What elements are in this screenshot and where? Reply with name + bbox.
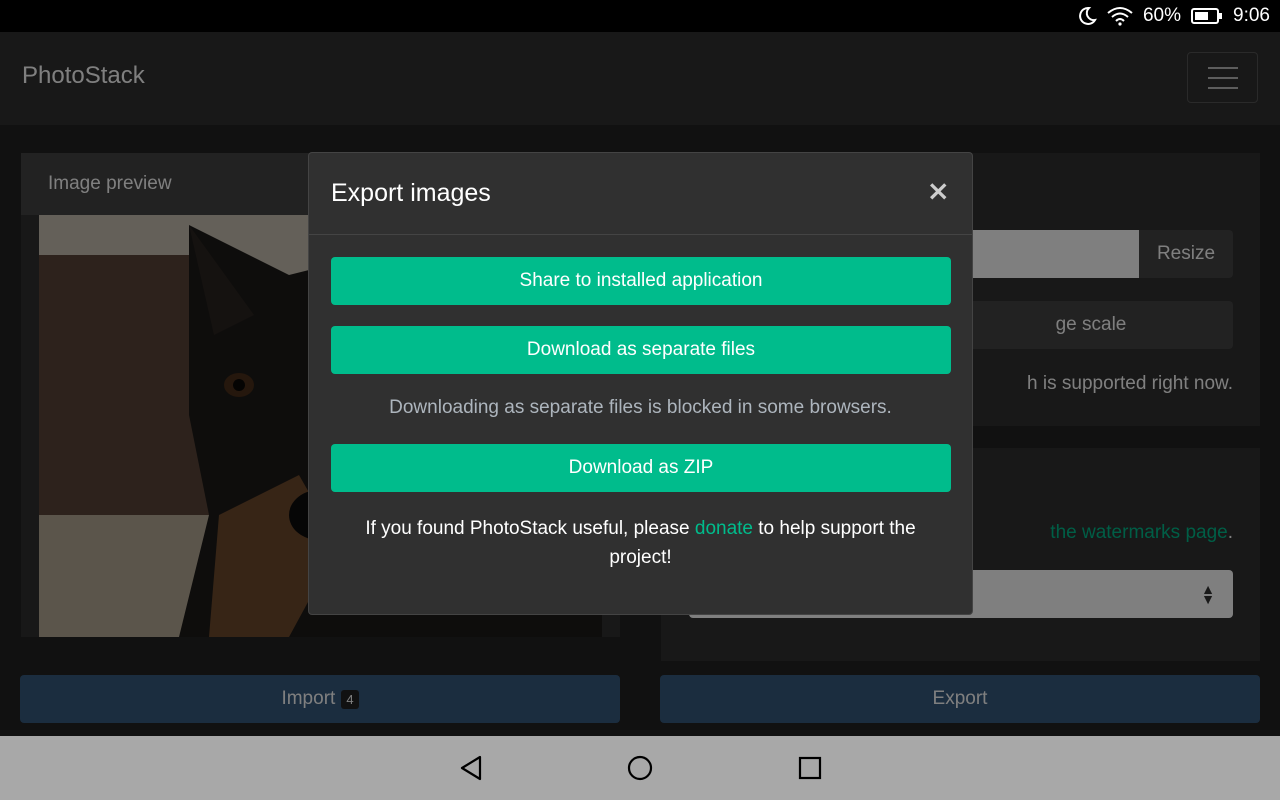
download-separate-button[interactable]: Download as separate files bbox=[331, 326, 951, 374]
modal-body: Share to installed application Download … bbox=[309, 235, 972, 594]
share-button[interactable]: Share to installed application bbox=[331, 257, 951, 305]
status-bar: 60% 9:06 bbox=[0, 0, 1280, 32]
android-nav-bar bbox=[0, 736, 1280, 800]
home-icon[interactable] bbox=[624, 752, 656, 784]
modal-header: Export images × bbox=[309, 153, 972, 235]
donate-text: If you found PhotoStack useful, please d… bbox=[331, 514, 950, 572]
close-icon[interactable]: × bbox=[927, 177, 950, 205]
status-icons: 60% 9:06 bbox=[1077, 0, 1270, 32]
battery-percent: 60% bbox=[1142, 5, 1182, 26]
wifi-icon bbox=[1107, 6, 1133, 26]
download-zip-button[interactable]: Download as ZIP bbox=[331, 444, 951, 492]
back-icon[interactable] bbox=[455, 752, 487, 784]
battery-icon bbox=[1191, 7, 1223, 25]
moon-icon bbox=[1077, 6, 1097, 26]
blocked-note: Downloading as separate files is blocked… bbox=[389, 397, 892, 418]
donate-link[interactable]: donate bbox=[695, 518, 753, 539]
donate-prefix: If you found PhotoStack useful, please bbox=[365, 518, 695, 539]
export-modal: Export images × Share to installed appli… bbox=[308, 152, 973, 615]
clock: 9:06 bbox=[1233, 5, 1270, 26]
recents-icon[interactable] bbox=[794, 752, 826, 784]
modal-title: Export images bbox=[331, 179, 491, 207]
